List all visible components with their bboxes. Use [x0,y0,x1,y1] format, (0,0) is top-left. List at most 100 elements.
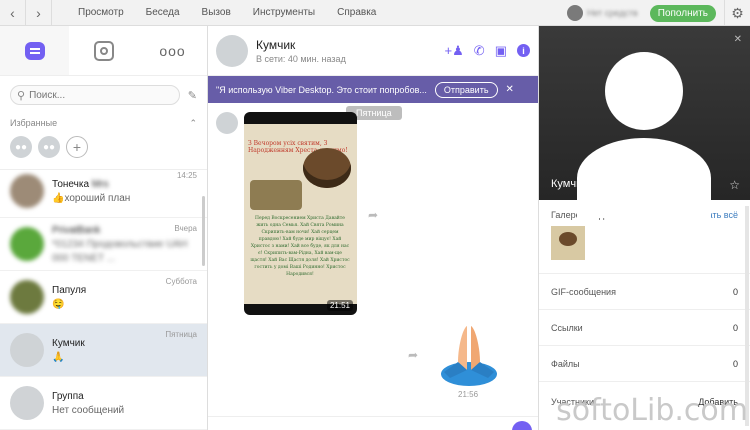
files-count: 0 [732,358,738,369]
forward-message-icon[interactable]: ➦ [408,348,418,362]
chat-name: Группа [52,390,84,402]
chat-item[interactable]: Папуля 🤤 Суббота [0,271,207,324]
chat-time: Суббота [165,277,197,286]
viber-window: ‹ › Просмотр Беседа Вызов Инструменты Сп… [0,0,750,430]
group-avatar [10,386,44,420]
chat-time: Вчера [174,224,197,233]
info-icon[interactable]: i [517,44,530,57]
account-name: Нет средств [586,8,638,18]
scrollbar[interactable] [202,196,205,266]
profile-name: Кумчик [551,178,588,190]
gear-icon[interactable]: ⚙ [724,0,750,26]
search-box: ⚲ [10,85,180,105]
image-title: З Вечором усіх святим, З Народженням Хре… [248,140,348,155]
avatar-body [577,138,711,218]
message-time: 21:51 [326,300,353,311]
menu-view[interactable]: Просмотр [78,7,124,18]
chat-header: Кумчик В сети: 40 мин. назад +♟ ✆ ▣ i [208,26,538,76]
menu-conversation[interactable]: Беседа [146,7,180,18]
media-thumbnail[interactable] [551,226,585,260]
chat-panel: Кумчик В сети: 40 мин. назад +♟ ✆ ▣ i "Я… [208,26,538,430]
food-decoration [250,180,302,210]
image-message[interactable]: З Вечором усіх святим, З Народженням Хре… [244,112,357,315]
edit-icon[interactable]: ✎ [188,89,197,102]
avatar[interactable] [216,34,248,67]
chat-name: Кумчик [52,337,85,349]
menu-call[interactable]: Вызов [202,7,231,18]
chat-name: Тонечка [52,178,90,190]
menu-help[interactable]: Справка [337,7,376,18]
contact-status: В сети: 40 мин. назад [256,53,346,64]
image-poem: Перед Воскресением Христа Давайте жить о… [250,216,350,277]
main-menu: Просмотр Беседа Вызов Инструменты Справк… [78,7,398,18]
chat-item[interactable]: Кумчик 🙏 Пятница [0,324,207,377]
chat-list: Тонечка Mrs 👍хороший план 14:25 PrivatBa… [0,165,207,430]
promo-banner: "Я использую Viber Desktop. Это стоит по… [208,76,538,103]
top-right-area: Нет средств Пополнить ⚙ [566,0,750,26]
gif-label: GIF-сообщения [551,286,616,297]
chat-last-message: Нет сообщений [52,404,125,416]
chat-time: Пятница [165,330,197,339]
links-row[interactable]: Ссылки 0 [539,310,750,346]
add-favorite-button[interactable]: + [66,136,88,158]
promo-send-button[interactable]: Отправить [434,81,498,98]
promo-text: "Я использую Viber Desktop. Это стоит по… [216,84,427,95]
close-icon[interactable]: ✕ [506,84,514,95]
profile-header: ✕ Кумчик ☆ [539,26,750,218]
chat-last-message-line2: 000 TENET ... [52,252,115,264]
chat-actions: +♟ ✆ ▣ i [435,43,530,59]
favorites-header: Избранные ⌃ [0,114,207,132]
tab-stories[interactable] [69,26,138,75]
top-bar: ‹ › Просмотр Беседа Вызов Инструменты Сп… [0,0,750,26]
chevron-up-icon[interactable]: ⌃ [189,118,197,129]
avatar [10,280,44,314]
add-contact-icon[interactable]: +♟ [445,43,464,59]
menu-tools[interactable]: Инструменты [253,7,315,18]
info-panel: ✕ Кумчик ☆ Галерея медиа показать всё GI… [538,26,750,430]
chat-last-message: 🤤 [52,298,65,310]
thumbs-up-icon: 👍 [52,192,65,204]
topup-button[interactable]: Пополнить [649,4,716,22]
chat-last-message: хороший план [64,192,131,204]
watermark: softoLib.com [556,393,748,428]
account-info[interactable]: Нет средств [566,5,638,21]
links-count: 0 [732,322,738,333]
chat-item[interactable]: Тонечка Mrs 👍хороший план 14:25 [0,165,207,218]
sidebar-tabs: ooo [0,26,207,76]
chat-item[interactable]: PrivatBank *01234 Продовольствие UAH 000… [0,218,207,271]
greeting-image: З Вечором усіх святим, З Народженням Хре… [244,124,357,304]
avatar [10,333,44,367]
chat-icon [24,41,45,60]
search-row: ⚲ ✎ [0,76,207,114]
favorite-contact[interactable]: ●● [10,136,32,158]
favorite-contact[interactable]: ●● [38,136,60,158]
praying-hands-sticker[interactable] [436,322,502,388]
send-button[interactable] [512,421,532,430]
search-input[interactable] [29,89,170,101]
avatar [216,112,238,134]
compose-bar[interactable] [208,416,538,430]
gif-count: 0 [732,286,738,297]
star-icon[interactable]: ☆ [729,178,740,192]
avatar [566,5,583,21]
forward-message-icon[interactable]: ➦ [368,208,378,222]
chat-last-message: 🙏 [52,351,65,363]
chat-last-message: *01234 Продовольствие UAH [52,238,188,250]
files-label: Файлы [551,358,580,369]
tab-chats[interactable] [0,26,69,75]
chat-time: 14:25 [176,171,197,180]
tab-more[interactable]: ooo [138,26,207,75]
back-icon[interactable]: ‹ [0,0,26,26]
call-icon[interactable]: ✆ [474,43,485,59]
bowl-decoration [303,148,351,188]
files-row[interactable]: Файлы 0 [539,346,750,382]
video-icon[interactable]: ▣ [495,43,507,59]
contact-name: Кумчик [256,37,296,52]
close-icon[interactable]: ✕ [734,34,742,45]
forward-icon[interactable]: › [26,0,52,26]
chat-name: Папуля [52,284,87,296]
avatar [605,52,683,130]
gif-row[interactable]: GIF-сообщения 0 [539,274,750,310]
chat-item[interactable]: Группа Нет сообщений [0,377,207,430]
avatar [10,227,44,261]
